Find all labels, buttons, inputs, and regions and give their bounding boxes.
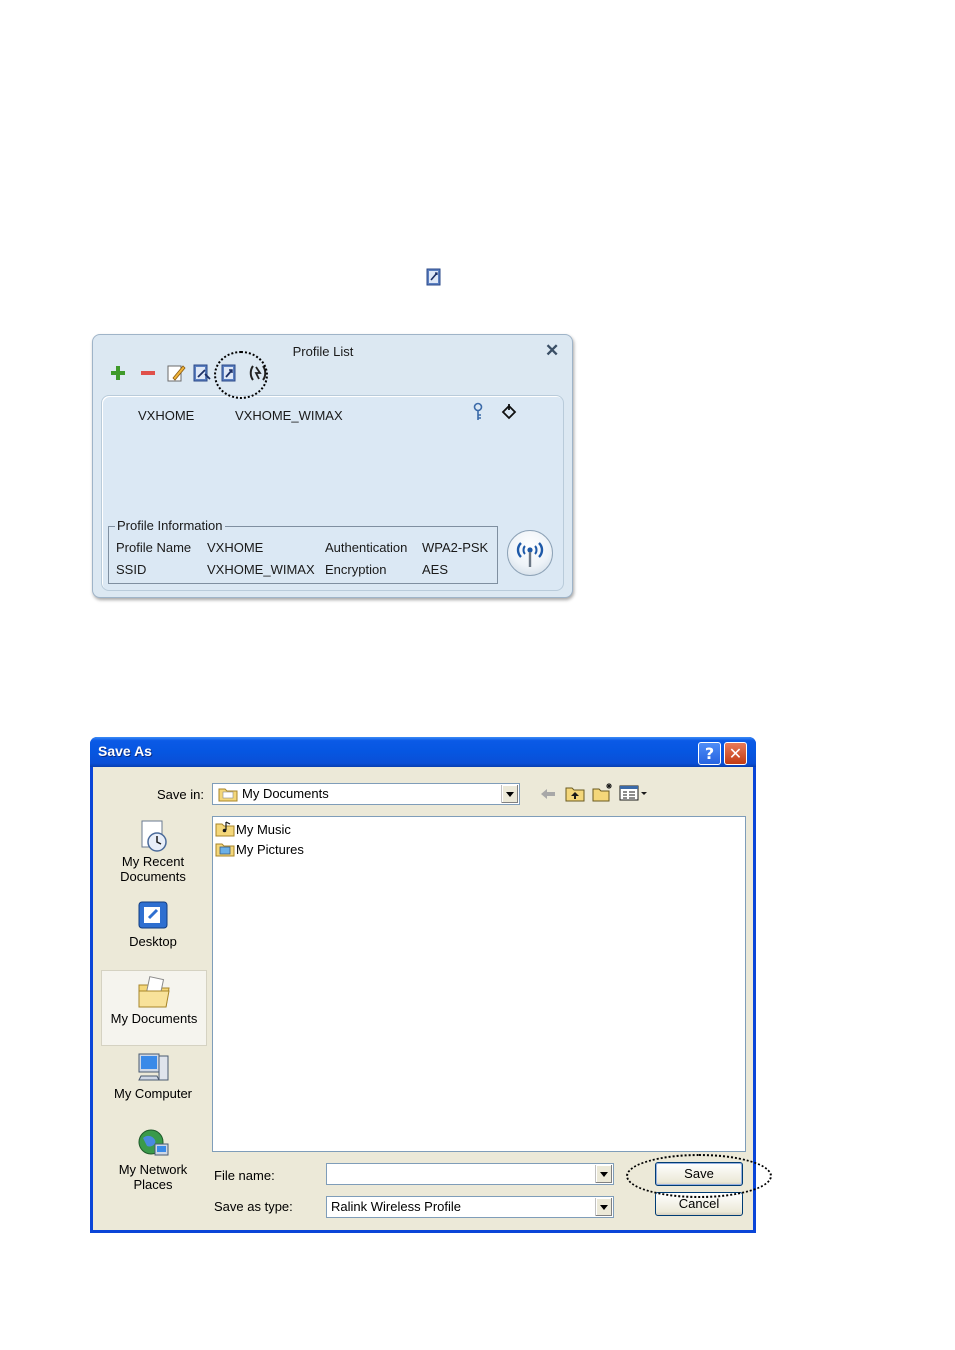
edit-icon[interactable]: [165, 362, 187, 384]
save-as-type-select[interactable]: Ralink Wireless Profile: [326, 1196, 614, 1218]
profile-name-value: VXHOME: [207, 540, 264, 555]
close-button[interactable]: ✕: [724, 742, 747, 765]
ssid-value: VXHOME_WIMAX: [207, 562, 315, 577]
pictures-folder-icon: [215, 843, 235, 857]
place-desktop[interactable]: Desktop: [101, 898, 205, 964]
place-label: My Recent Documents: [120, 854, 186, 884]
place-label: Desktop: [129, 934, 177, 949]
profile-list-title: Profile List: [292, 344, 354, 359]
save-in-combo[interactable]: My Documents: [212, 783, 520, 805]
plus-icon[interactable]: [107, 362, 129, 384]
place-my-recent-documents[interactable]: My Recent Documents: [101, 818, 205, 896]
save-as-type-label: Save as type:: [214, 1199, 293, 1214]
authentication-label: Authentication: [325, 540, 408, 555]
profile-entry-name[interactable]: VXHOME: [138, 408, 194, 423]
network-places-icon: [138, 1129, 169, 1156]
profile-entry-ssid[interactable]: VXHOME_WIMAX: [235, 408, 343, 423]
views-menu-icon[interactable]: [619, 785, 649, 801]
place-label: My Network Places: [118, 1162, 188, 1192]
help-button[interactable]: ?: [698, 742, 721, 765]
place-label: My Documents: [110, 1011, 198, 1026]
list-item[interactable]: My Pictures: [215, 841, 304, 857]
new-folder-icon[interactable]: [592, 782, 614, 802]
place-my-computer[interactable]: My Computer: [101, 1050, 205, 1120]
chevron-down-icon[interactable]: [595, 1198, 612, 1216]
close-icon[interactable]: ✕: [545, 341, 559, 361]
file-name: My Music: [236, 822, 291, 837]
back-arrow-icon[interactable]: [539, 786, 557, 802]
places-bar: My Recent Documents Desktop My Documents: [101, 818, 207, 1230]
my-documents-icon: [138, 976, 170, 1008]
profile-information-legend: Profile Information: [115, 518, 225, 533]
file-name: My Pictures: [236, 842, 304, 857]
desktop-icon: [138, 901, 168, 929]
chevron-down-icon[interactable]: [501, 785, 518, 803]
recent-documents-icon: [141, 820, 167, 852]
file-list[interactable]: My Music My Pictures: [212, 816, 746, 1152]
my-computer-icon: [138, 1053, 169, 1081]
export-highlight: [214, 351, 268, 399]
up-folder-icon[interactable]: [565, 784, 585, 802]
import-icon[interactable]: [191, 362, 213, 384]
profile-list-window: Profile List ✕ VXHOME VXHOME_WIMAX Profi…: [92, 334, 573, 598]
save-as-type-value: Ralink Wireless Profile: [331, 1199, 462, 1214]
profile-information-group: Profile Information Profile Name VXHOME …: [108, 518, 498, 584]
music-folder-icon: [215, 821, 235, 837]
antenna-icon: [516, 542, 544, 567]
title-bar[interactable]: Save As ? ✕: [90, 737, 756, 767]
save-in-value: My Documents: [242, 786, 329, 801]
place-my-documents[interactable]: My Documents: [101, 970, 207, 1046]
file-name-input[interactable]: [326, 1163, 614, 1185]
encryption-label: Encryption: [325, 562, 387, 577]
folder-icon: [218, 788, 238, 802]
encryption-value: AES: [422, 562, 449, 577]
key-icon: [473, 402, 483, 420]
chevron-down-icon[interactable]: [595, 1165, 612, 1183]
list-item[interactable]: My Music: [215, 821, 291, 837]
authentication-value: WPA2-PSK: [422, 540, 489, 555]
save-highlight: [626, 1154, 772, 1198]
wireless-connect-button[interactable]: [507, 530, 553, 576]
minus-icon[interactable]: [137, 362, 159, 384]
save-in-label: Save in:: [157, 787, 204, 802]
place-label: My Computer: [113, 1086, 193, 1101]
place-my-network-places[interactable]: My Network Places: [101, 1126, 205, 1206]
file-name-label: File name:: [214, 1168, 275, 1183]
ssid-label: SSID: [116, 562, 147, 577]
export-profile-icon: [426, 268, 441, 286]
profile-list: VXHOME VXHOME_WIMAX Profile Information …: [101, 395, 564, 591]
signal-icon: [501, 404, 517, 420]
dialog-title: Save As: [98, 743, 152, 759]
profile-name-label: Profile Name: [116, 540, 192, 555]
